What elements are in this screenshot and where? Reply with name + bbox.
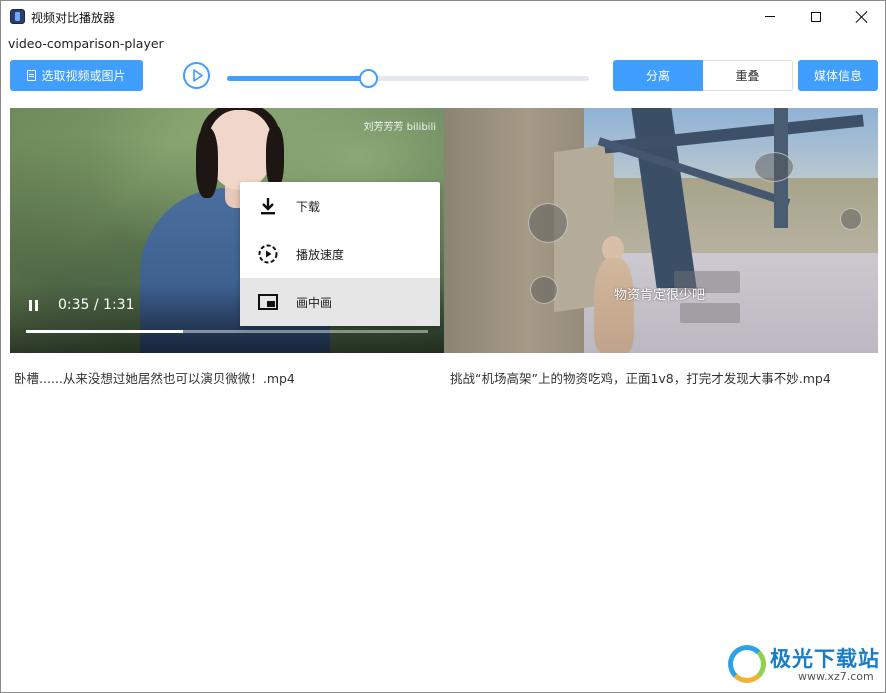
left-video-filename: 卧槽......从来没想过她居然也可以演贝微微！.mp4	[14, 371, 295, 386]
app-icon	[10, 9, 25, 24]
play-icon	[193, 69, 203, 82]
download-icon	[257, 195, 279, 217]
menu-item-download[interactable]: 下载	[240, 182, 440, 230]
close-icon	[856, 11, 868, 23]
game-hud-button	[528, 203, 568, 243]
menu-item-label: 画中画	[296, 295, 333, 310]
menu-item-playback-speed[interactable]: 播放速度	[240, 230, 440, 278]
game-hud-panel	[680, 303, 740, 323]
app-window: 视频对比播放器 video-comparison-player 选取视频或图片 …	[0, 0, 886, 693]
game-hud-button	[530, 276, 558, 304]
file-icon	[27, 70, 37, 81]
window-title: 视频对比播放器	[31, 11, 116, 25]
minimize-icon	[765, 16, 775, 17]
video-watermark: 刘芳芳芳 bilibili	[363, 122, 436, 133]
right-video-filename: 挑战“机场高架”上的物资吃鸡，正面1v8，打完才发现大事不妙.mp4	[450, 371, 831, 386]
select-media-label: 选取视频或图片	[41, 69, 126, 83]
play-button[interactable]	[183, 62, 210, 89]
video-context-menu: 下载 播放速度 画中画	[240, 182, 440, 326]
maximize-button[interactable]	[793, 1, 839, 32]
menu-item-label: 播放速度	[296, 247, 345, 262]
sync-progress-slider[interactable]	[227, 69, 589, 88]
slider-thumb[interactable]	[359, 69, 379, 88]
video-progress-fill	[26, 330, 183, 333]
maximize-icon	[811, 11, 821, 22]
app-subtitle: video-comparison-player	[8, 36, 164, 51]
time-display: 0:35 / 1:31	[58, 297, 135, 313]
game-hud-button	[840, 208, 862, 230]
game-character	[594, 258, 634, 353]
minimize-button[interactable]	[747, 1, 793, 32]
brand-logo: 极光下载站 www.xz7.com	[728, 641, 880, 687]
video-frame-figure-hair-left	[196, 128, 218, 198]
brand-name: 极光下载站	[770, 647, 880, 671]
mode-overlay-button[interactable]: 重叠	[703, 60, 793, 91]
pause-icon[interactable]	[29, 300, 39, 311]
close-button[interactable]	[839, 1, 885, 32]
video-frame-figure-hair-right	[266, 126, 284, 188]
picture-in-picture-icon	[257, 291, 279, 313]
speed-icon	[257, 243, 279, 265]
right-video-player[interactable]: 物资肯定很少吧	[444, 108, 878, 353]
select-media-button[interactable]: 选取视频或图片	[10, 60, 143, 91]
media-info-button[interactable]: 媒体信息	[798, 60, 878, 91]
menu-item-label: 下载	[296, 199, 321, 214]
mode-split-button[interactable]: 分离	[613, 60, 703, 91]
title-bar: 视频对比播放器	[1, 1, 885, 32]
video-subtitle: 物资肯定很少吧	[614, 288, 706, 303]
brand-swirl-icon	[728, 645, 766, 683]
video-progress-bar[interactable]	[26, 330, 428, 333]
game-hud-button	[754, 152, 794, 182]
slider-fill	[227, 76, 369, 81]
menu-item-picture-in-picture[interactable]: 画中画	[240, 278, 440, 326]
brand-url: www.xz7.com	[798, 670, 874, 683]
